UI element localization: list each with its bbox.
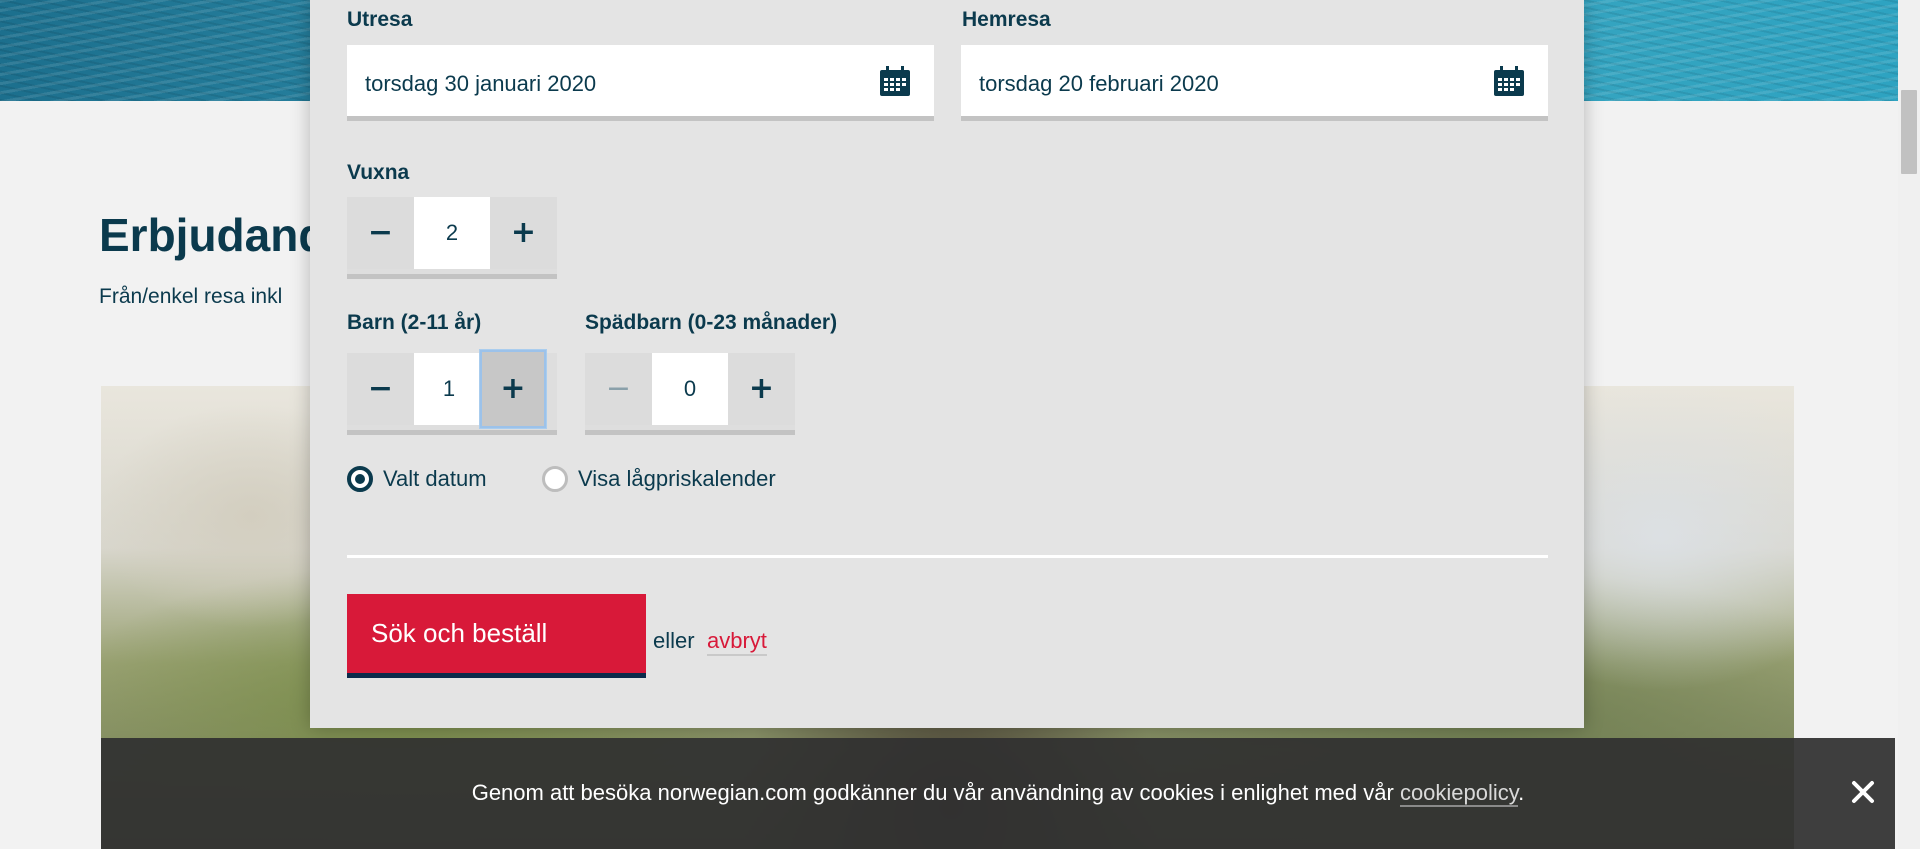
cookie-message-text: Genom att besöka norwegian.com godkänner…	[471, 780, 1400, 805]
radio-low-price-calendar-label: Visa lågpriskalender	[578, 466, 776, 491]
offers-heading: Erbjudand	[99, 209, 327, 261]
cookie-message: Genom att besöka norwegian.com godkänner…	[101, 780, 1895, 807]
cookie-message-suffix: .	[1518, 780, 1525, 805]
infants-count[interactable]: 0	[652, 353, 728, 425]
return-date-value: torsdag 20 februari 2020	[979, 71, 1219, 96]
calendar-icon[interactable]	[880, 66, 910, 96]
divider	[347, 555, 1548, 558]
cookie-policy-link[interactable]: cookiepolicy	[1399, 780, 1519, 807]
calendar-icon[interactable]	[1494, 66, 1524, 96]
adults-count[interactable]: 2	[414, 197, 490, 269]
outbound-date-value: torsdag 30 januari 2020	[365, 71, 597, 96]
cancel-link[interactable]: avbryt	[707, 628, 767, 656]
scrollbar[interactable]	[1898, 0, 1920, 849]
offers-subtitle: Från/enkel resa inkl	[99, 285, 283, 308]
return-date-field[interactable]: torsdag 20 februari 2020	[961, 45, 1548, 121]
search-and-book-label: Sök och beställ	[371, 618, 548, 648]
radio-selected-date-label: Valt datum	[383, 466, 487, 491]
children-label: Barn (2-11 år)	[347, 311, 482, 334]
close-icon[interactable]	[1843, 772, 1883, 812]
infants-stepper: − 0 +	[585, 353, 795, 435]
scrollbar-thumb[interactable]	[1901, 90, 1917, 174]
children-stepper: − 1 +	[347, 350, 557, 435]
radio-checked-icon[interactable]	[347, 466, 373, 492]
children-count[interactable]: 1	[414, 353, 484, 425]
children-decrease-button[interactable]: −	[347, 353, 414, 425]
search-and-book-button[interactable]: Sök och beställ	[347, 594, 646, 678]
adults-increase-button[interactable]: +	[490, 197, 557, 269]
cookie-banner: Genom att besöka norwegian.com godkänner…	[101, 738, 1895, 849]
adults-label: Vuxna	[347, 161, 410, 184]
radio-unchecked-icon[interactable]	[542, 466, 568, 492]
radio-selected-date[interactable]: Valt datum	[347, 464, 507, 494]
infants-decrease-button[interactable]: −	[585, 353, 652, 425]
radio-low-price-calendar[interactable]: Visa lågpriskalender	[542, 464, 812, 494]
or-text: eller	[653, 628, 695, 653]
adults-decrease-button[interactable]: −	[347, 197, 414, 269]
return-label: Hemresa	[962, 8, 1051, 31]
infants-label: Spädbarn (0-23 månader)	[585, 311, 838, 334]
outbound-date-field[interactable]: torsdag 30 januari 2020	[347, 45, 934, 121]
infants-increase-button[interactable]: +	[728, 353, 795, 425]
outbound-label: Utresa	[347, 8, 413, 31]
adults-stepper: − 2 +	[347, 197, 557, 279]
children-increase-button[interactable]: +	[480, 350, 546, 428]
